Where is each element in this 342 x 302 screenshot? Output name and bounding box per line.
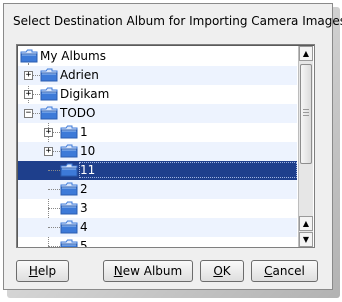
scroll-up-arrow-top[interactable]: ▲ (299, 46, 313, 61)
help-label: elp (37, 264, 57, 278)
tree-item-label: 10 (80, 144, 96, 158)
folder-icon (40, 106, 58, 120)
tree-item-label: 2 (80, 182, 88, 196)
thumb-grip-line (303, 112, 309, 113)
scroll-down-arrow[interactable]: ▼ (299, 232, 313, 247)
folder-icon (40, 68, 58, 82)
expand-icon[interactable]: + (44, 147, 53, 156)
expand-icon[interactable]: + (24, 71, 33, 80)
new-album-label: ew Album (122, 264, 183, 278)
folder-icon (60, 239, 78, 247)
tree-item-label: 1 (80, 125, 88, 139)
tree-connector (48, 208, 60, 209)
scroll-up-arrow-bottom[interactable]: ▲ (299, 216, 313, 231)
new-album-mnemonic: N (113, 264, 123, 278)
tree-item-label: 4 (80, 220, 88, 234)
tree-item-label: 3 (80, 201, 88, 215)
scrollbar-thumb[interactable] (300, 64, 312, 164)
thumb-grip-line (303, 115, 309, 116)
dialog-prompt: Select Destination Album for Importing C… (13, 14, 342, 28)
tree-item-label: My Albums (40, 49, 106, 63)
cancel-button[interactable]: Cancel (251, 260, 318, 282)
tree-connector (48, 170, 60, 171)
tree-item-label: 11 (80, 163, 96, 177)
tree-item-label: Adrien (60, 68, 99, 82)
album-tree[interactable]: My Albums Adrien + Digikam + TODO − 1 +10 +11 2 3 4 5 (18, 46, 297, 247)
thumb-grip-line (303, 109, 309, 110)
vertical-scrollbar[interactable]: ▲ ▲ ▼ (298, 46, 313, 247)
new-album-button[interactable]: New Album (103, 260, 193, 282)
folder-icon (60, 220, 78, 234)
ok-button[interactable]: OK (200, 260, 244, 282)
tree-item-label: TODO (60, 106, 96, 120)
help-mnemonic: H (28, 264, 38, 278)
ok-label: K (222, 264, 231, 278)
expand-icon[interactable]: + (44, 128, 53, 137)
tree-item[interactable]: Adrien (18, 66, 297, 85)
cancel-label: ancel (272, 264, 305, 278)
tree-connector (48, 189, 60, 190)
folder-icon (60, 182, 78, 196)
help-button[interactable]: Help (16, 260, 69, 282)
tree-connector (48, 227, 60, 228)
folder-icon (40, 87, 58, 101)
folder-icon (60, 125, 78, 139)
tree-item[interactable]: Digikam (18, 85, 297, 104)
ok-mnemonic: O (213, 264, 223, 278)
folder-icon (60, 144, 78, 158)
collapse-icon[interactable]: − (24, 109, 33, 118)
dialog-window: Select Destination Album for Importing C… (3, 3, 342, 290)
expand-icon[interactable]: + (24, 90, 33, 99)
tree-item-label: 5 (80, 239, 88, 247)
folder-icon (20, 49, 38, 63)
tree-item[interactable]: TODO (18, 104, 297, 123)
album-tree-frame: My Albums Adrien + Digikam + TODO − 1 +10 +11 2 3 4 5… (16, 44, 315, 248)
tree-item[interactable]: My Albums (18, 47, 297, 66)
folder-icon (60, 201, 78, 215)
focus-rect (79, 162, 297, 178)
folder-icon (60, 163, 78, 177)
tree-item-label: Digikam (60, 87, 110, 101)
cancel-mnemonic: C (264, 264, 273, 278)
tree-connector (48, 246, 60, 247)
